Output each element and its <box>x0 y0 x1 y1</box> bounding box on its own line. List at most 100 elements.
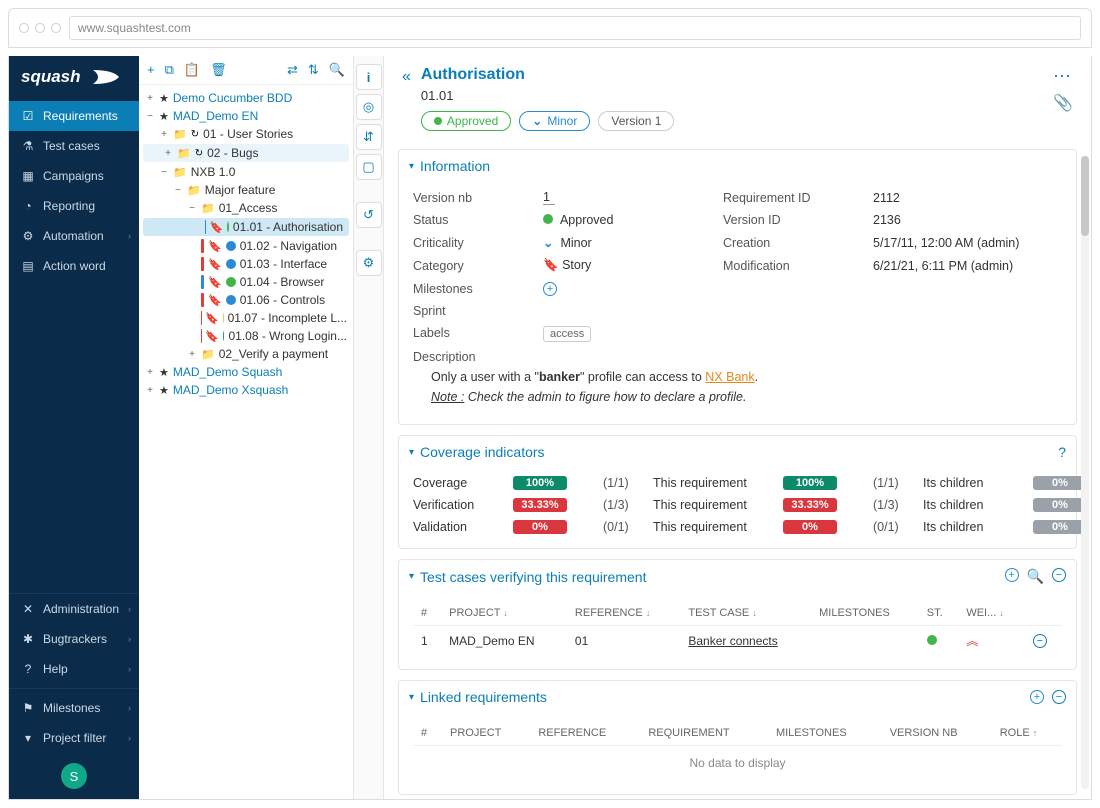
add-icon[interactable]: + <box>543 282 557 296</box>
nav-test-cases[interactable]: ⚗Test cases <box>9 131 139 161</box>
nav-administration[interactable]: ✕Administration› <box>9 594 139 624</box>
note-icon[interactable]: ▢ <box>356 154 382 180</box>
search-icon[interactable]: 🔍 <box>1027 568 1044 585</box>
tree-item[interactable]: 🔖 01.06 - Controls <box>139 291 353 309</box>
tree-folder[interactable]: +📁↻02 - Bugs <box>143 144 349 162</box>
tree-item[interactable]: 🔖 01.08 - Wrong Login... <box>139 327 353 345</box>
nav-label: Reporting <box>43 199 95 213</box>
flag-icon: ⚑ <box>21 701 35 715</box>
panel-header[interactable]: ▾Coverage indicators? <box>399 436 1076 468</box>
paperclip-icon[interactable]: 📎 <box>1053 93 1073 113</box>
remove-icon[interactable]: − <box>1033 634 1047 648</box>
tree-root[interactable]: +★MAD_Demo Xsquash <box>139 381 353 399</box>
info-icon[interactable]: i <box>356 64 382 90</box>
tree-item[interactable]: 🔖 01.01 - Authorisation <box>143 218 349 236</box>
label: Category <box>413 259 523 273</box>
nav-project-filter[interactable]: ▾Project filter› <box>9 723 139 753</box>
more-icon[interactable]: ⋯ <box>1053 66 1073 87</box>
trash-icon[interactable]: 🗑 <box>210 62 227 78</box>
remove-icon[interactable]: − <box>1052 568 1066 582</box>
paste-icon[interactable]: 📋 <box>184 62 200 78</box>
tree-root[interactable]: +★MAD_Demo Squash <box>139 363 353 381</box>
value[interactable]: + <box>543 281 703 296</box>
value[interactable]: access <box>543 326 703 340</box>
col-role[interactable]: ROLE ↑ <box>992 721 1062 746</box>
target-icon[interactable]: ◎ <box>356 94 382 120</box>
tree-folder[interactable]: +📁↻01 - User Stories <box>139 125 353 143</box>
back-button[interactable]: « <box>402 68 411 86</box>
tree-folder[interactable]: −📁NXB 1.0 <box>139 163 353 181</box>
scrollbar[interactable] <box>1081 156 1089 789</box>
tree-folder[interactable]: −📁01_Access <box>139 199 353 217</box>
col-requirement[interactable]: REQUIREMENT <box>640 721 768 746</box>
col-version-nb[interactable]: VERSION NB <box>882 721 992 746</box>
tree-item[interactable]: 🔖 01.03 - Interface <box>139 255 353 273</box>
col-test-case[interactable]: TEST CASE ↓ <box>680 601 811 626</box>
nav-reporting[interactable]: ◔Reporting <box>9 191 139 221</box>
nav-label: Milestones <box>43 701 100 715</box>
nav-campaigns[interactable]: ▦Campaigns <box>9 161 139 191</box>
col-milestones[interactable]: MILESTONES <box>811 601 919 626</box>
settings-icon[interactable]: ⚙ <box>356 250 382 276</box>
swap-icon[interactable]: ⇄ <box>287 62 298 78</box>
col-n[interactable]: # <box>413 721 442 746</box>
url-bar[interactable]: www.squashtest.com <box>69 16 1081 40</box>
history-icon[interactable]: ↺ <box>356 202 382 228</box>
coverage-badge: 0% <box>1033 520 1087 534</box>
link-icon[interactable]: ⇵ <box>356 124 382 150</box>
scroll-area[interactable]: ▾Information Version nb 1 Requirement ID… <box>384 139 1091 799</box>
tree-item[interactable]: 🔖 01.07 - Incomplete L... <box>139 309 353 327</box>
col-milestones[interactable]: MILESTONES <box>768 721 882 746</box>
tree-folder[interactable]: +📁02_Verify a payment <box>139 345 353 363</box>
nav-bugtrackers[interactable]: ✱Bugtrackers› <box>9 624 139 654</box>
tree-root[interactable]: −★MAD_Demo EN <box>139 107 353 125</box>
add-icon[interactable]: + <box>1030 690 1044 704</box>
value[interactable]: ⌄ Minor <box>543 235 703 250</box>
nav-action-word[interactable]: ▤Action word <box>9 251 139 281</box>
coverage-badge: 100% <box>513 476 567 490</box>
tree-item[interactable]: 🔖 01.04 - Browser <box>139 273 353 291</box>
sort-icon[interactable]: ⇅ <box>308 62 319 78</box>
chevron-right-icon: › <box>128 664 131 674</box>
cell-test-case[interactable]: Banker connects <box>680 626 811 656</box>
divider <box>9 688 139 689</box>
tree-root[interactable]: +★Demo Cucumber BDD <box>139 89 353 107</box>
col-n[interactable]: # <box>413 601 441 626</box>
chevron-down-icon: ⌄ <box>543 236 553 250</box>
col-project[interactable]: PROJECT <box>442 721 530 746</box>
value[interactable]: Approved <box>543 213 703 227</box>
tree-item[interactable]: 🔖 01.02 - Navigation <box>139 237 353 255</box>
bookmark-icon: 🔖 <box>208 276 222 289</box>
add-icon[interactable]: + <box>1005 568 1019 582</box>
panel-header[interactable]: ▾Information <box>399 150 1076 182</box>
nav-requirements[interactable]: ☑Requirements <box>9 101 139 131</box>
value[interactable]: 1 <box>543 190 555 205</box>
tree-folder[interactable]: −📁Major feature <box>139 181 353 199</box>
panel-header[interactable]: ▾Test cases verifying this requirement +… <box>399 560 1076 593</box>
folder-icon: 📁 <box>201 348 215 361</box>
search-icon[interactable]: 🔍 <box>329 62 345 78</box>
nav-automation[interactable]: ⚙Automation› <box>9 221 139 251</box>
add-icon[interactable]: + <box>147 62 155 78</box>
col-status[interactable]: ST. <box>919 601 959 626</box>
nav-help[interactable]: ?Help› <box>9 654 139 684</box>
nav-milestones[interactable]: ⚑Milestones› <box>9 693 139 723</box>
sort-icon: ↑ <box>1033 728 1038 738</box>
col-reference[interactable]: REFERENCE <box>530 721 640 746</box>
nx-bank-link[interactable]: NX Bank <box>705 370 754 384</box>
col-reference[interactable]: REFERENCE ↓ <box>567 601 680 626</box>
nav-bottom: ✕Administration› ✱Bugtrackers› ?Help› ⚑ M… <box>9 593 139 799</box>
folder-icon: 📁 <box>173 128 187 141</box>
avatar[interactable]: S <box>61 763 87 789</box>
value[interactable]: 🔖 Story <box>543 258 703 273</box>
help-icon[interactable]: ? <box>1058 444 1066 460</box>
table-row[interactable]: 1 MAD_Demo EN 01 Banker connects ︽ − <box>413 626 1062 656</box>
panel-header[interactable]: ▾Linked requirements + − <box>399 681 1076 713</box>
col-weight[interactable]: WEI... ↓ <box>958 601 1024 626</box>
remove-icon[interactable]: − <box>1052 690 1066 704</box>
scrollbar-thumb[interactable] <box>1081 156 1089 236</box>
copy-icon[interactable]: ⧉ <box>165 62 174 78</box>
col-project[interactable]: PROJECT ↓ <box>441 601 567 626</box>
status-dot-icon <box>226 277 236 287</box>
label: Criticality <box>413 236 523 250</box>
